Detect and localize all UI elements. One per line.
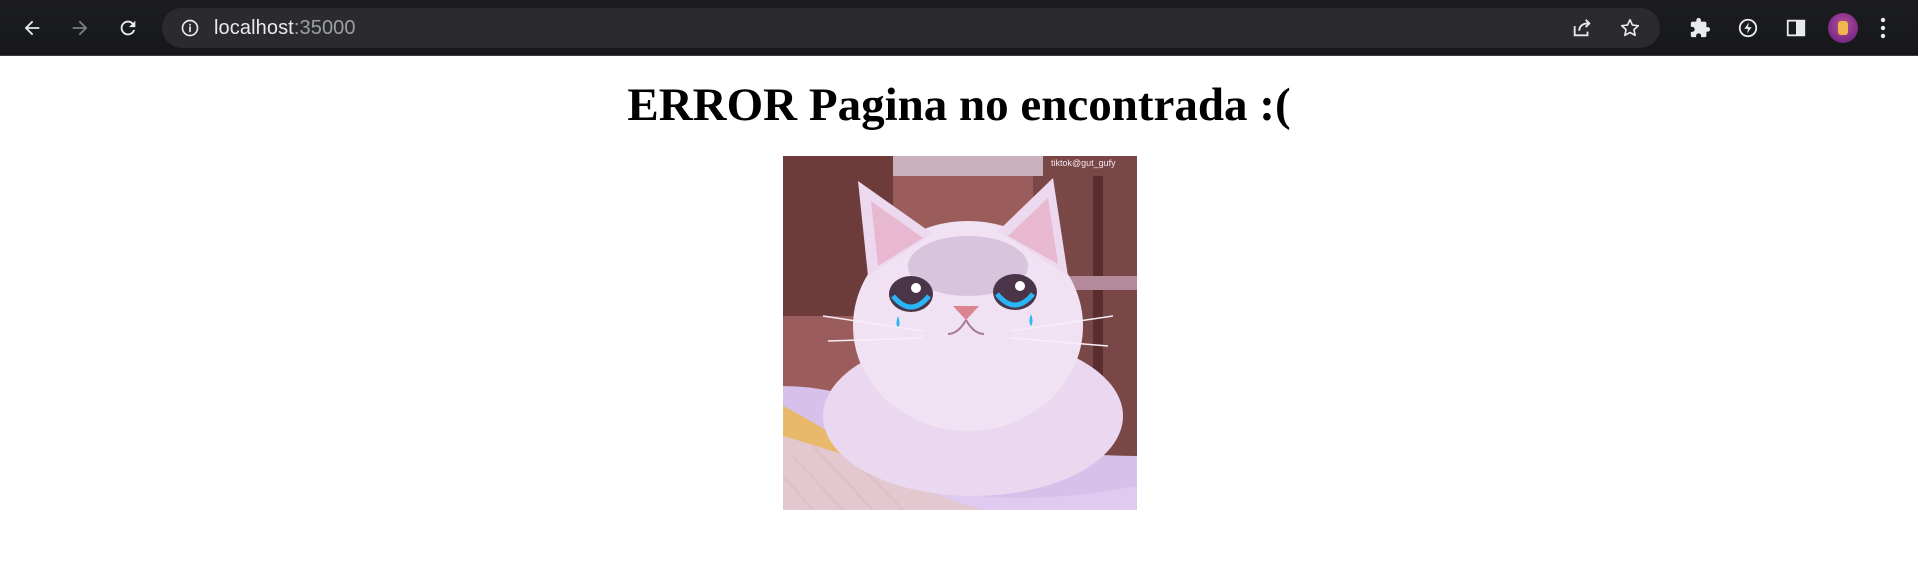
forward-button[interactable] — [60, 8, 100, 48]
info-icon[interactable] — [178, 16, 202, 40]
image-watermark: tiktok@gut_gufy — [1051, 158, 1116, 168]
url-port: :35000 — [293, 16, 356, 39]
address-bar[interactable]: localhost:35000 — [162, 8, 1660, 48]
reload-button[interactable] — [108, 8, 148, 48]
profile-avatar[interactable] — [1828, 13, 1858, 43]
kebab-menu-icon[interactable] — [1868, 10, 1898, 46]
star-icon[interactable] — [1612, 10, 1648, 46]
page-content: ERROR Pagina no encontrada :( — [0, 73, 1918, 137]
crying-cat-image: tiktok@gut_gufy — [783, 156, 1137, 510]
back-button[interactable] — [12, 8, 52, 48]
reload-icon — [117, 17, 139, 39]
puzzle-icon[interactable] — [1682, 10, 1718, 46]
url-text: localhost:35000 — [214, 17, 356, 40]
avatar-figure — [1838, 21, 1848, 35]
share-icon[interactable] — [1564, 10, 1600, 46]
forward-arrow-icon — [69, 17, 91, 39]
lightning-icon[interactable] — [1730, 10, 1766, 46]
browser-toolbar: localhost:35000 — [0, 0, 1918, 56]
back-arrow-icon — [21, 17, 43, 39]
side-panel-icon[interactable] — [1778, 10, 1814, 46]
url-host: localhost — [214, 16, 294, 39]
error-heading: ERROR Pagina no encontrada :( — [627, 79, 1291, 131]
